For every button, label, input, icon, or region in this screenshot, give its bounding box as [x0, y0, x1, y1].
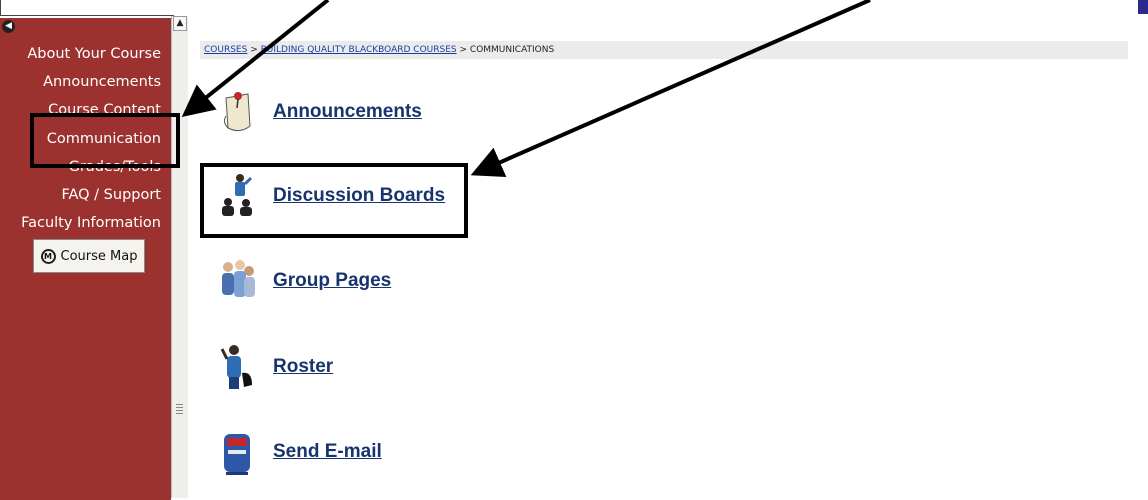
arrow-to-communication — [181, 0, 330, 117]
arrow-to-discussion-boards — [470, 0, 871, 178]
corner-mark — [1138, 0, 1148, 14]
annotation-arrows — [181, 0, 871, 178]
